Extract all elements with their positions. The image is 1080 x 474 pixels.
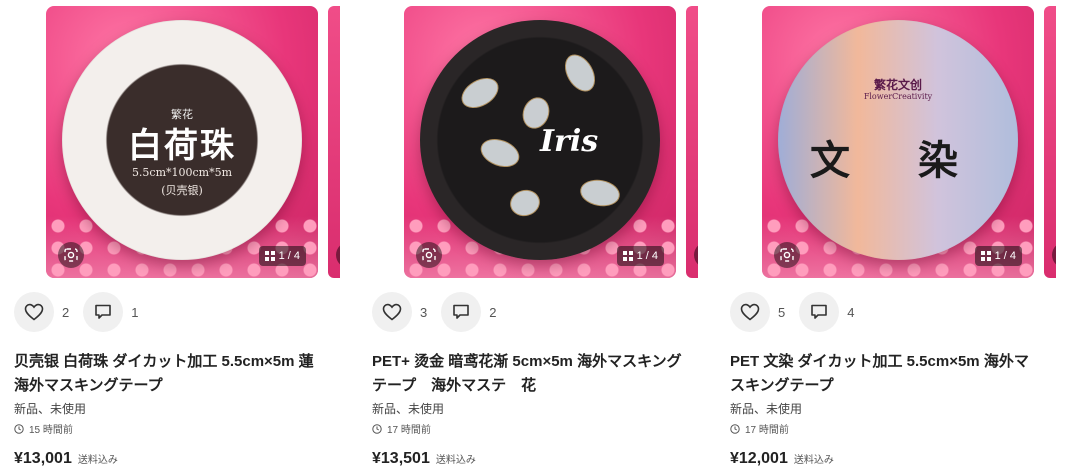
like-button[interactable] bbox=[730, 292, 770, 332]
clock-icon bbox=[372, 423, 382, 434]
like-count: 5 bbox=[778, 304, 786, 320]
product-card[interactable]: Iris 1 / 4 3 2 PET+ 烫金 暗鸢花渐 5cm×5m 海外マスキ… bbox=[358, 0, 698, 474]
petal-shape bbox=[578, 176, 622, 210]
product-price: ¥13,501 bbox=[372, 450, 430, 467]
petal-shape bbox=[476, 133, 524, 173]
image-carousel[interactable]: Iris 1 / 4 bbox=[404, 6, 698, 278]
heart-icon bbox=[382, 303, 402, 321]
tape-logo: 繁花文创 bbox=[873, 78, 922, 92]
product-condition: 新品、未使用 bbox=[730, 402, 803, 416]
lens-search-icon[interactable] bbox=[774, 242, 800, 268]
page-indicator: 1 / 4 bbox=[636, 250, 658, 262]
product-title[interactable]: 贝壳银 白荷珠 ダイカット加工 5.5cm×5m 蓮 海外マスキングテープ bbox=[14, 350, 344, 398]
lens-search-icon[interactable] bbox=[416, 242, 442, 268]
action-bar: 2 1 bbox=[14, 292, 152, 332]
product-title[interactable]: PET 文染 ダイカット加工 5.5cm×5m 海外マ スキングテープ bbox=[730, 350, 1060, 398]
product-image[interactable]: Iris 1 / 4 bbox=[404, 6, 676, 278]
comment-button[interactable] bbox=[83, 292, 124, 332]
tape-logo-sub: FlowerCreativity bbox=[863, 92, 933, 101]
price-row: ¥13,501 送料込み bbox=[372, 450, 476, 468]
price-row: ¥12,001 送料込み bbox=[730, 450, 834, 468]
tape-size: 5.5cm*100cm*5m bbox=[131, 166, 233, 179]
product-title[interactable]: PET+ 烫金 暗鸢花渐 5cm×5m 海外マスキング テープ 海外マステ 花 bbox=[372, 350, 702, 398]
comment-button[interactable] bbox=[441, 292, 482, 332]
next-image-peek[interactable] bbox=[1044, 6, 1056, 278]
shipping-label: 送料込み bbox=[793, 455, 834, 466]
action-bar: 3 2 bbox=[372, 292, 510, 332]
comment-count: 1 bbox=[131, 304, 139, 320]
image-page-badge: 1 / 4 bbox=[258, 246, 306, 266]
product-card[interactable]: 繁花 白荷珠 5.5cm*100cm*5m (贝壳银) 1 / 4 2 1 贝壳… bbox=[0, 0, 340, 474]
comment-icon bbox=[453, 304, 470, 319]
tape-title: 白荷珠 bbox=[128, 126, 236, 166]
tape-kanji: 染 bbox=[918, 137, 958, 184]
comment-count: 4 bbox=[847, 304, 855, 320]
tape-subtitle: (贝壳银) bbox=[161, 184, 203, 197]
product-card[interactable]: 繁花文创 FlowerCreativity 文 染 1 / 4 5 4 PET … bbox=[716, 0, 1056, 474]
grid-icon bbox=[622, 251, 633, 261]
listing-time-text: 17 時間前 bbox=[745, 425, 789, 436]
listing-time: 17 時間前 bbox=[372, 421, 431, 436]
like-button[interactable] bbox=[14, 292, 54, 332]
image-page-badge: 1 / 4 bbox=[974, 246, 1022, 266]
comment-button[interactable] bbox=[799, 292, 840, 332]
listing-time-text: 17 時間前 bbox=[387, 425, 431, 436]
tape-roll-illustration: 繁花 白荷珠 5.5cm*100cm*5m (贝壳银) bbox=[62, 20, 302, 260]
image-carousel[interactable]: 繁花 白荷珠 5.5cm*100cm*5m (贝壳银) 1 / 4 bbox=[46, 6, 340, 278]
next-image-peek[interactable] bbox=[686, 6, 698, 278]
petal-shape bbox=[558, 49, 602, 97]
page-indicator: 1 / 4 bbox=[994, 250, 1016, 262]
listing-time: 17 時間前 bbox=[730, 421, 789, 436]
product-condition: 新品、未使用 bbox=[14, 402, 87, 416]
grid-icon bbox=[264, 251, 275, 261]
product-image[interactable]: 繁花 白荷珠 5.5cm*100cm*5m (贝壳银) 1 / 4 bbox=[46, 6, 318, 278]
next-image-peek[interactable] bbox=[328, 6, 340, 278]
petal-shape bbox=[507, 186, 543, 220]
listing-time: 15 時間前 bbox=[14, 421, 73, 436]
product-price: ¥13,001 bbox=[14, 450, 72, 467]
tape-roll-illustration: 繁花文创 FlowerCreativity 文 染 bbox=[778, 20, 1018, 260]
image-carousel[interactable]: 繁花文创 FlowerCreativity 文 染 1 / 4 bbox=[762, 6, 1056, 278]
lens-search-icon[interactable] bbox=[58, 242, 84, 268]
tape-roll-illustration: Iris bbox=[420, 20, 660, 260]
grid-icon bbox=[980, 251, 991, 261]
heart-icon bbox=[740, 303, 760, 321]
product-condition: 新品、未使用 bbox=[372, 402, 445, 416]
tape-word: Iris bbox=[540, 124, 599, 159]
action-bar: 5 4 bbox=[730, 292, 868, 332]
tape-kanji: 文 bbox=[810, 137, 850, 184]
like-button[interactable] bbox=[372, 292, 412, 332]
heart-icon bbox=[24, 303, 44, 321]
image-page-badge: 1 / 4 bbox=[616, 246, 664, 266]
product-price: ¥12,001 bbox=[730, 450, 788, 467]
comment-icon bbox=[95, 304, 112, 319]
petal-shape bbox=[456, 71, 504, 115]
product-image[interactable]: 繁花文创 FlowerCreativity 文 染 1 / 4 bbox=[762, 6, 1034, 278]
comment-icon bbox=[811, 304, 828, 319]
like-count: 3 bbox=[420, 304, 428, 320]
like-count: 2 bbox=[62, 304, 70, 320]
price-row: ¥13,001 送料込み bbox=[14, 450, 118, 468]
comment-count: 2 bbox=[489, 304, 497, 320]
shipping-label: 送料込み bbox=[435, 455, 476, 466]
clock-icon bbox=[730, 423, 740, 434]
clock-icon bbox=[14, 423, 24, 434]
page-indicator: 1 / 4 bbox=[278, 250, 300, 262]
shipping-label: 送料込み bbox=[77, 455, 118, 466]
listing-time-text: 15 時間前 bbox=[29, 425, 73, 436]
